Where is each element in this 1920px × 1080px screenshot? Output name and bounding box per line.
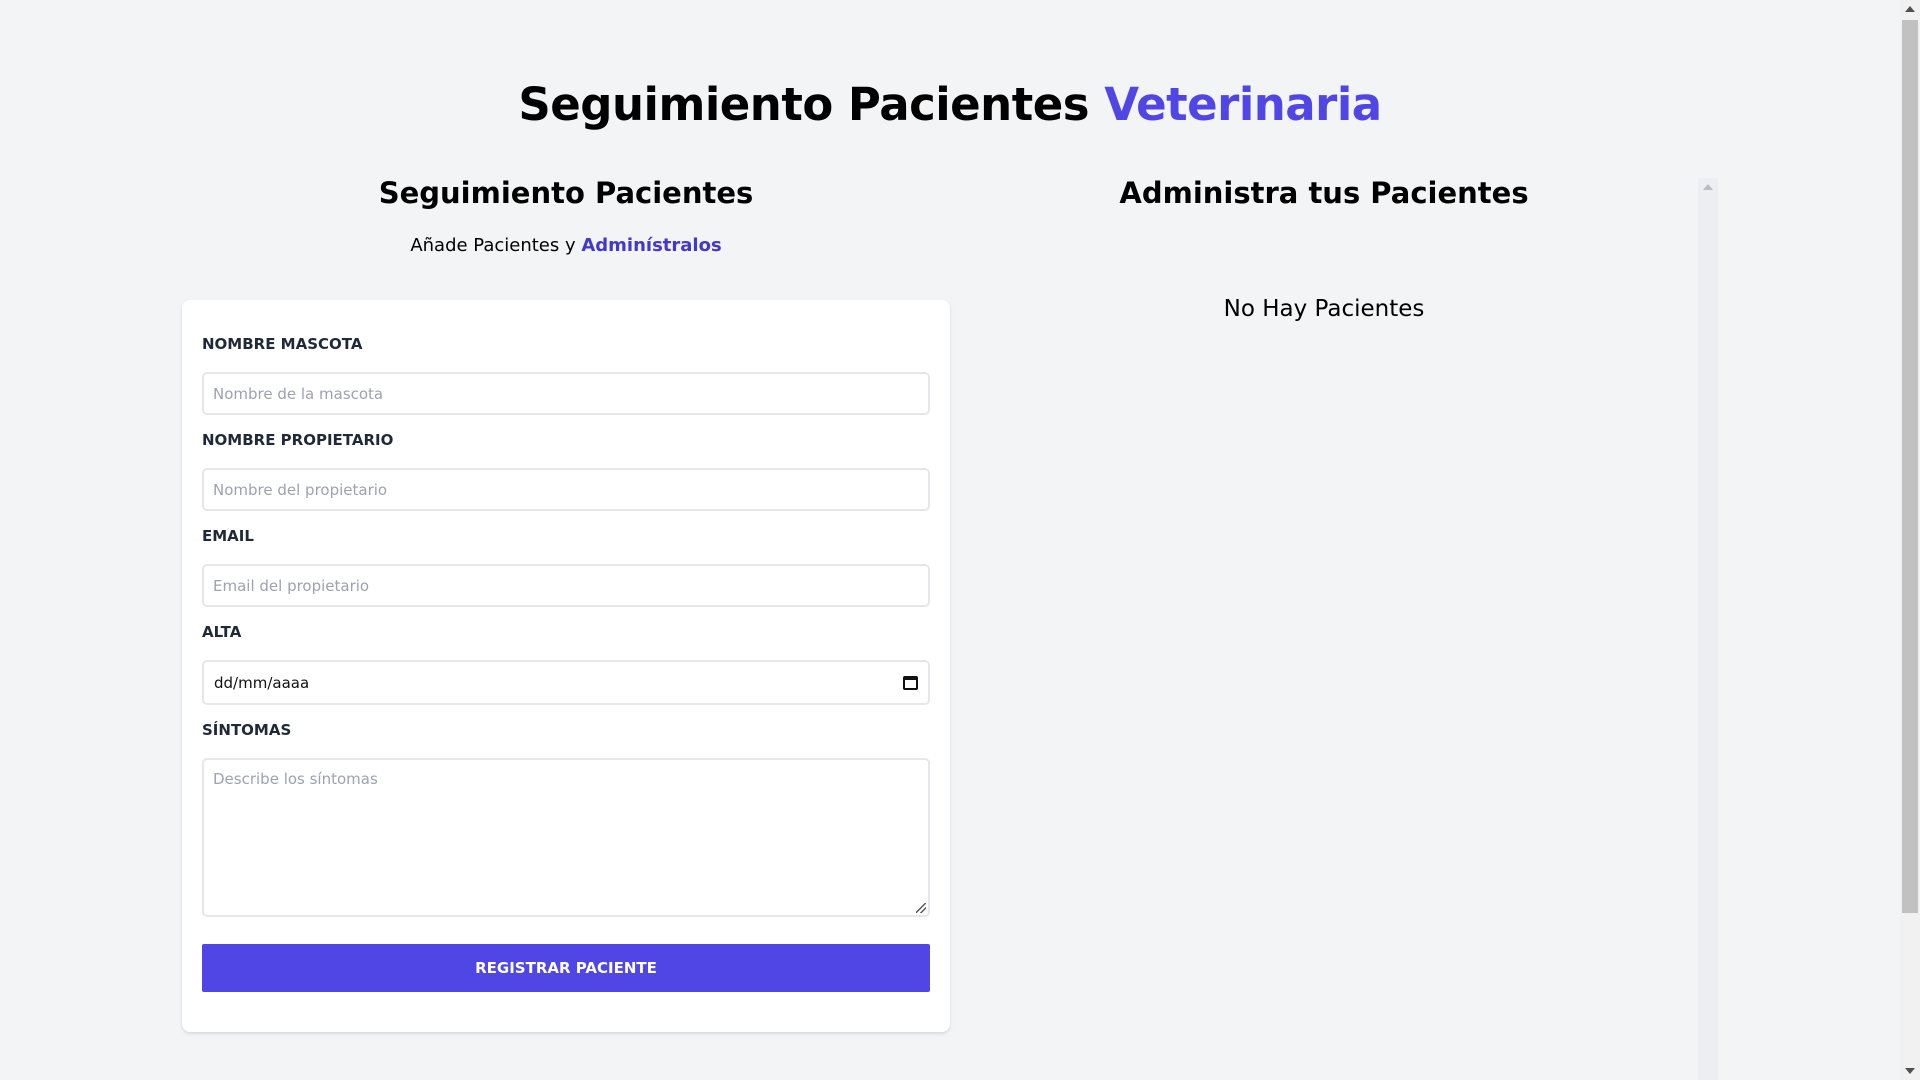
empty-patients-message: No Hay Pacientes	[1223, 296, 1425, 322]
register-patient-button[interactable]: Registrar Paciente	[202, 944, 930, 992]
pet-name-input[interactable]	[202, 372, 930, 415]
discharge-date-value: dd/mm/aaaa	[214, 673, 310, 692]
email-input[interactable]	[202, 564, 930, 607]
symptoms-label: Síntomas	[202, 721, 292, 739]
discharge-date-label: Alta	[202, 623, 242, 641]
pet-name-label: Nombre Mascota	[202, 335, 363, 353]
page-title-main: Seguimiento Pacientes	[518, 78, 1105, 131]
window-scrollbar[interactable]	[1900, 0, 1920, 1080]
subtitle-accent: Adminístralos	[581, 235, 722, 256]
symptoms-wrapper	[182, 758, 950, 917]
resize-handle-icon[interactable]	[916, 903, 926, 913]
scroll-up-arrow-icon[interactable]	[1703, 184, 1713, 190]
scrollbar-thumb[interactable]	[1902, 20, 1918, 913]
patient-form: Nombre Mascota Nombre Propietario Email …	[182, 300, 950, 1032]
form-section-heading: Seguimiento Pacientes	[378, 176, 754, 210]
patients-list-heading: Administra tus Pacientes	[1119, 176, 1529, 210]
owner-name-label: Nombre Propietario	[202, 431, 394, 449]
page-title: Seguimiento Pacientes Veterinaria	[0, 78, 1900, 131]
scroll-up-arrow-icon[interactable]	[1905, 6, 1915, 12]
form-section-subtitle: Añade Pacientes y Adminístralos	[182, 235, 950, 256]
symptoms-textarea[interactable]	[202, 758, 930, 917]
calendar-icon[interactable]	[903, 675, 918, 690]
discharge-date-input[interactable]: dd/mm/aaaa	[202, 660, 930, 705]
subtitle-prefix: Añade Pacientes y	[410, 235, 582, 256]
page: Seguimiento Pacientes Veterinaria Seguim…	[0, 0, 1920, 1080]
email-label: Email	[202, 527, 254, 545]
owner-name-input[interactable]	[202, 468, 930, 511]
scroll-down-arrow-icon[interactable]	[1905, 1068, 1915, 1074]
page-title-accent: Veterinaria	[1104, 78, 1382, 131]
patients-list-scrollbar[interactable]	[1698, 178, 1718, 1080]
